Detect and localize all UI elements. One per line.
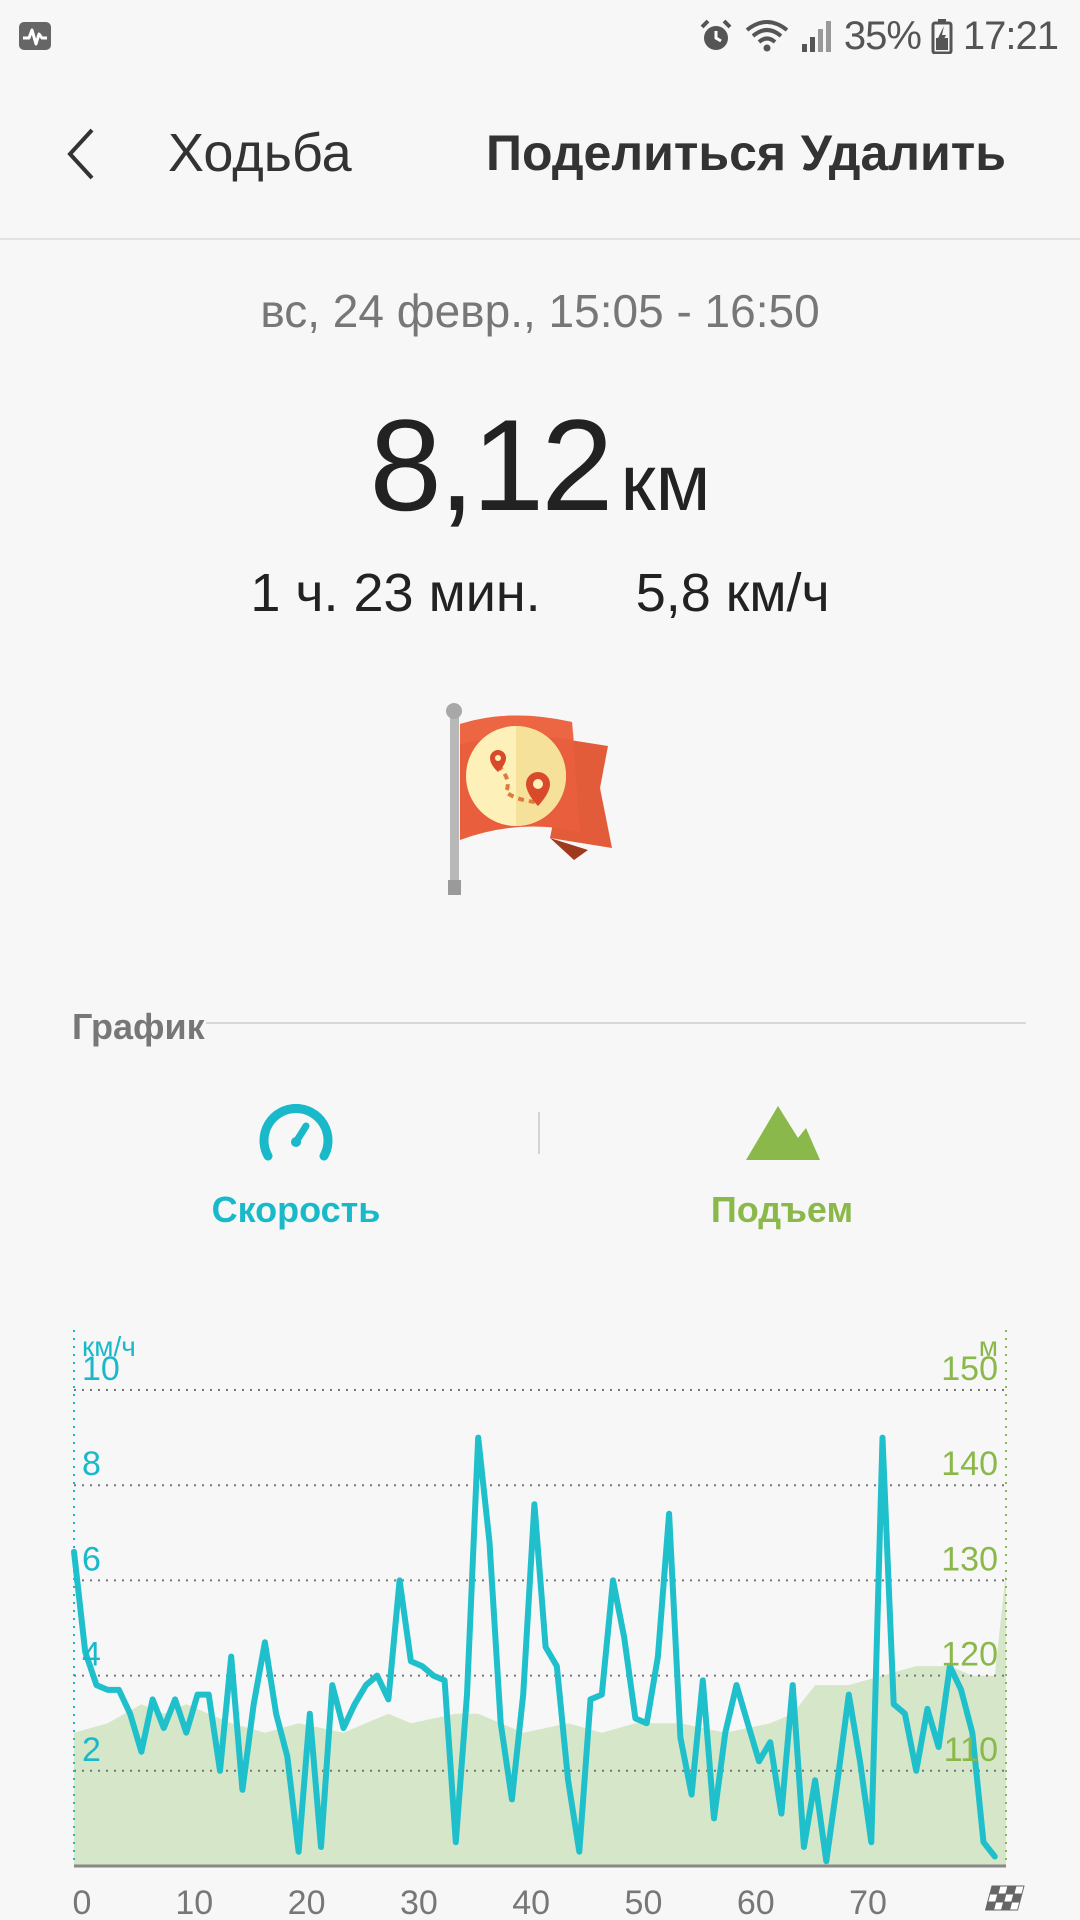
speedometer-icon bbox=[259, 1104, 333, 1161]
x-tick-label: 0 bbox=[73, 1884, 92, 1920]
y-left-tick-label: 2 bbox=[82, 1731, 101, 1769]
page-title: Ходьба bbox=[168, 123, 352, 183]
tab-speed-label: Скорость bbox=[211, 1189, 381, 1230]
avg-speed-value: 5,8 км/ч bbox=[635, 563, 830, 623]
alarm-icon bbox=[698, 18, 734, 54]
back-button[interactable] bbox=[54, 124, 114, 184]
y-left-tick-label: 6 bbox=[82, 1540, 101, 1578]
finish-flag-icon bbox=[984, 1885, 1025, 1911]
route-flag-icon bbox=[440, 700, 630, 900]
health-activity-icon bbox=[18, 21, 52, 51]
tab-elevation-label: Подъем bbox=[710, 1189, 854, 1230]
distance-summary: 8,12 км bbox=[0, 390, 1080, 540]
y-left-tick-label: 4 bbox=[82, 1636, 101, 1674]
session-date-range: вс, 24 февр., 15:05 - 16:50 bbox=[260, 285, 820, 337]
distance-unit: км bbox=[620, 438, 711, 527]
battery-charging-icon bbox=[931, 18, 953, 54]
status-bar: 35% 17:21 bbox=[0, 0, 1080, 72]
x-tick-label: 40 bbox=[512, 1884, 550, 1920]
tab-divider bbox=[538, 1112, 540, 1154]
delete-button[interactable]: Удалить bbox=[801, 124, 1006, 182]
speed-elevation-chart: 246810110120130140150км/ч м0 10 20 30 40 50 60 7… bbox=[71, 1330, 1025, 1920]
clock: 17:21 bbox=[962, 13, 1059, 58]
app-bar: Ходьба Поделиться Удалить bbox=[0, 72, 1080, 240]
mountain-icon bbox=[746, 1106, 820, 1160]
distance-value: 8,12 bbox=[369, 392, 613, 538]
graph-section-title: График bbox=[72, 1006, 205, 1047]
share-button[interactable]: Поделиться bbox=[486, 124, 786, 182]
duration-value: 1 ч. 23 мин. bbox=[250, 563, 541, 623]
y-right-tick-label: 130 bbox=[941, 1540, 998, 1578]
y-right-tick-label: 110 bbox=[944, 1731, 998, 1769]
status-left bbox=[18, 21, 52, 51]
tab-speed[interactable]: Скорость bbox=[146, 1098, 446, 1231]
x-tick-label: 70 bbox=[849, 1884, 887, 1920]
x-tick-label: 50 bbox=[625, 1884, 663, 1920]
y-right-unit: м bbox=[979, 1331, 998, 1362]
y-right-tick-label: 120 bbox=[941, 1636, 998, 1674]
x-tick-label: 30 bbox=[400, 1884, 438, 1920]
y-left-unit: км/ч bbox=[82, 1331, 136, 1362]
x-tick-label: 60 bbox=[737, 1884, 775, 1920]
tab-elevation[interactable]: Подъем bbox=[632, 1098, 932, 1231]
x-tick-label: 20 bbox=[288, 1884, 326, 1920]
battery-percent: 35% bbox=[843, 13, 922, 58]
wifi-icon bbox=[744, 18, 790, 54]
metrics-row: 1 ч. 23 мин. 5,8 км/ч bbox=[0, 562, 1080, 624]
status-right: 35% 17:21 bbox=[698, 13, 1059, 59]
section-divider bbox=[206, 1022, 1026, 1024]
x-tick-label: 10 bbox=[175, 1884, 213, 1920]
y-right-tick-label: 140 bbox=[941, 1445, 998, 1483]
chevron-left-icon bbox=[67, 128, 94, 180]
y-left-tick-label: 8 bbox=[82, 1445, 101, 1483]
signal-icon bbox=[800, 18, 834, 54]
